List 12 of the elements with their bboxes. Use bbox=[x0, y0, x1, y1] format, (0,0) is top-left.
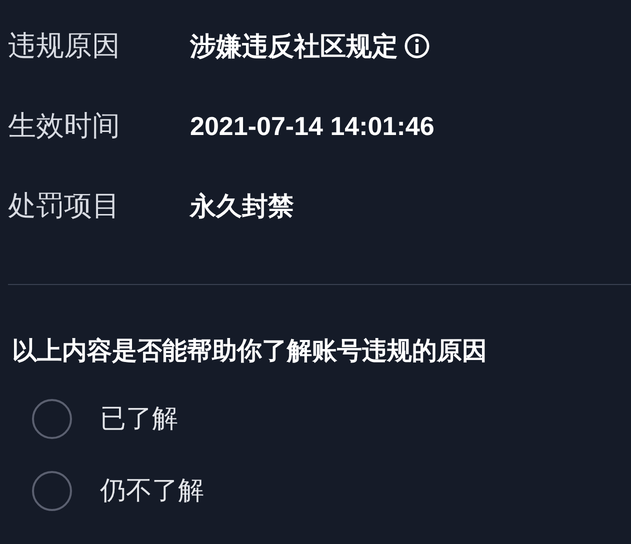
info-icon[interactable] bbox=[404, 33, 430, 59]
option-label[interactable]: 仍不了解 bbox=[100, 471, 204, 510]
detail-label: 处罚项目 bbox=[8, 189, 121, 223]
detail-value: 永久封禁 bbox=[190, 190, 294, 222]
detail-value: 2021-07-14 14:01:46 bbox=[190, 110, 434, 142]
detail-label: 生效时间 bbox=[8, 109, 121, 143]
radio-button[interactable] bbox=[32, 398, 72, 438]
option-label[interactable]: 已了解 bbox=[100, 399, 178, 438]
detail-value: 涉嫌违反社区规定 bbox=[190, 30, 398, 62]
question-text: 以上内容是否能帮助你了解账号违规的原因 bbox=[12, 336, 488, 367]
detail-label: 违规原因 bbox=[8, 29, 121, 63]
radio-button[interactable] bbox=[32, 470, 72, 510]
